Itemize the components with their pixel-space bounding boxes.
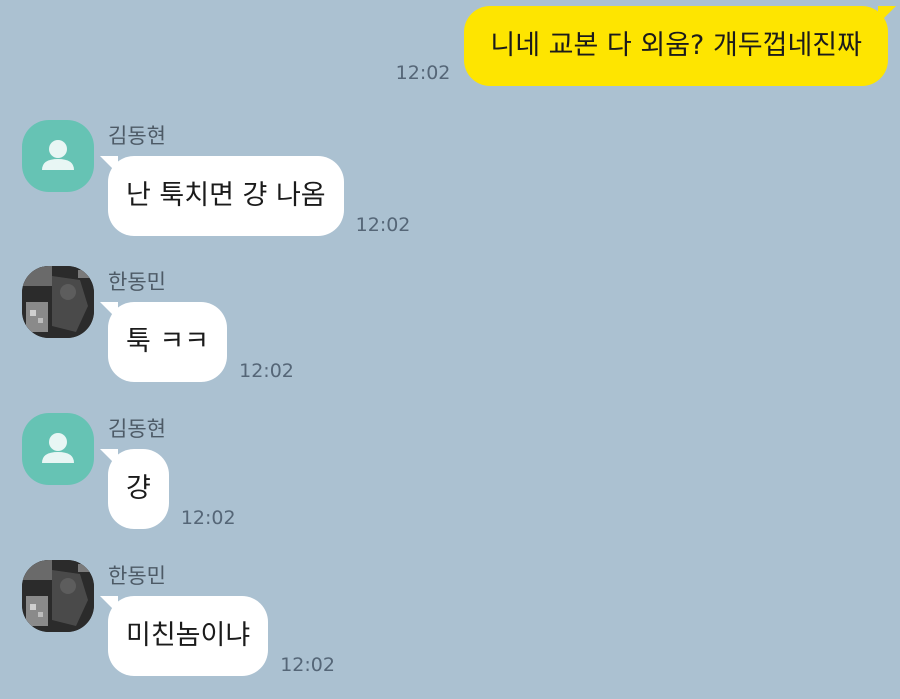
default-profile-icon[interactable]	[22, 413, 94, 485]
sender-name: 한동민	[108, 270, 166, 294]
default-profile-icon[interactable]	[22, 120, 94, 192]
message-time: 12:02	[355, 214, 411, 236]
message-time: 12:02	[239, 360, 294, 382]
message-time: 12:02	[180, 507, 236, 529]
sender-name: 한동민	[108, 564, 166, 588]
outgoing-bubble[interactable]: 니네 교본 다 외움? 개두껍네진짜	[464, 6, 896, 86]
sender-name: 김동현	[108, 417, 166, 441]
outgoing-message: 12:02 니네 교본 다 외움? 개두껍네진짜	[395, 6, 896, 86]
chat-room: 12:02 니네 교본 다 외움? 개두껍네진짜 김동현 난 툭치면 걍 나옴 …	[0, 0, 900, 699]
incoming-bubble[interactable]: 툭 ㅋㅋ	[99, 302, 228, 382]
incoming-bubble[interactable]: 미친놈이냐	[99, 596, 269, 676]
photo-profile-avatar[interactable]	[22, 560, 94, 632]
photo-profile-avatar[interactable]	[22, 266, 94, 338]
incoming-bubble[interactable]: 난 툭치면 걍 나옴	[100, 156, 344, 236]
message-time: 12:02	[395, 62, 451, 84]
message-time: 12:02	[280, 654, 335, 676]
incoming-bubble[interactable]: 걍	[100, 449, 169, 529]
sender-name: 김동현	[108, 124, 166, 148]
